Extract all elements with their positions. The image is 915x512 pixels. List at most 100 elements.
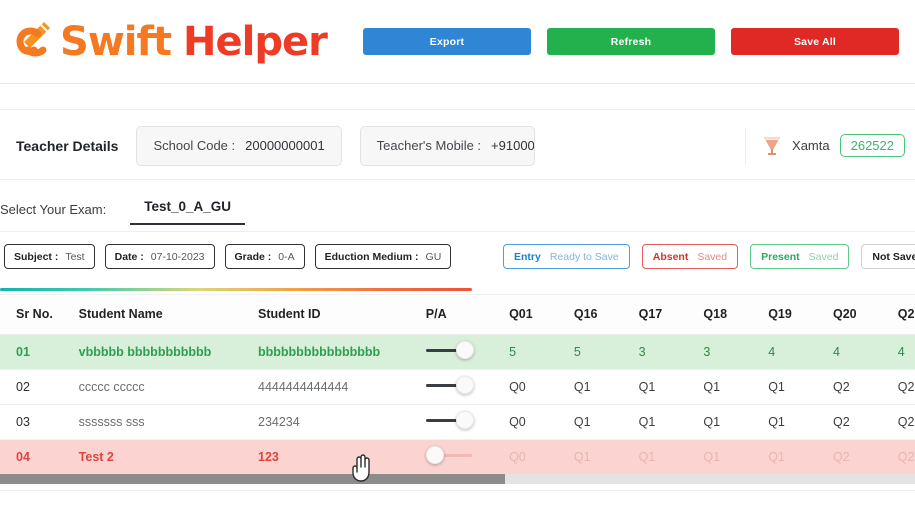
presence-toggle[interactable] (425, 376, 474, 394)
cell-answer-q17[interactable]: Q1 (638, 439, 704, 474)
presence-toggle[interactable] (425, 341, 474, 359)
filter-medium-label: Eduction Medium : (324, 250, 419, 263)
cell-presence-toggle[interactable] (425, 404, 510, 440)
cell-answer-q21[interactable]: Q2 (897, 404, 915, 440)
legend-present: Present Saved (750, 244, 850, 269)
refresh-button[interactable]: Refresh (547, 28, 715, 55)
exam-selector-label: Select Your Exam: (0, 202, 107, 217)
cell-answer-q20[interactable]: 4 (832, 334, 898, 370)
logo-text-wift: wift (87, 18, 172, 65)
cell-answer-q18[interactable]: Q1 (703, 439, 769, 474)
cell-answer-q01[interactable]: Q0 (509, 439, 574, 474)
cell-sr-no: 02 (0, 369, 79, 405)
col-q17: Q17 (638, 295, 704, 335)
cell-answer-q20[interactable]: Q2 (832, 439, 898, 474)
cell-answer-q19[interactable]: Q1 (768, 369, 833, 405)
presence-toggle[interactable] (425, 411, 474, 429)
cell-student-id: 234234 (258, 404, 426, 440)
cell-answer-q21[interactable]: Q2 (897, 439, 915, 474)
legend-not-saved: Not Saved (861, 244, 915, 269)
cell-answer-q19[interactable]: Q1 (768, 439, 833, 474)
trophy-icon (762, 135, 782, 157)
account-info[interactable]: Xamta 262522 (745, 127, 905, 164)
teacher-mobile-value: +910000 (491, 138, 535, 153)
exam-tab-active[interactable]: Test_0_A_GU (130, 194, 246, 225)
cell-answer-q18[interactable]: 3 (703, 334, 769, 370)
cell-sr-no: 01 (0, 334, 79, 370)
cell-answer-q21[interactable]: 4 (897, 334, 915, 370)
legend-not-saved-key: Not Saved (872, 250, 915, 263)
toggle-knob[interactable] (455, 411, 474, 429)
filter-date-label: Date : (114, 250, 144, 263)
school-code-field: School Code : 20000000001 (136, 125, 342, 166)
cell-presence-toggle[interactable] (425, 439, 510, 474)
legend-entry-key: Entry (514, 250, 541, 263)
cell-student-id: 4444444444444 (258, 369, 426, 405)
account-name: Xamta (792, 138, 830, 153)
cell-presence-toggle[interactable] (425, 369, 510, 405)
cell-answer-q20[interactable]: Q2 (832, 404, 898, 440)
teacher-details-title: Teacher Details (16, 137, 119, 154)
col-q18: Q18 (703, 295, 769, 335)
cell-answer-q19[interactable]: Q1 (768, 404, 833, 440)
table-row[interactable]: 02 ccccc ccccc 4444444444444 Q0 Q1 Q1 Q1… (0, 369, 915, 405)
cell-answer-q20[interactable]: Q2 (832, 369, 898, 405)
cell-answer-q01[interactable]: 5 (509, 334, 574, 370)
cell-answer-q18[interactable]: Q1 (703, 369, 769, 405)
table-row[interactable]: 04 Test 2 123 Q0 Q1 Q1 Q1 Q1 Q2 Q2 Q Don… (0, 439, 915, 474)
legend-entry-value: Ready to Save (549, 250, 619, 263)
col-q21: Q21 (897, 295, 915, 335)
header-subbar (0, 84, 915, 110)
presence-toggle[interactable] (425, 446, 474, 464)
logo-text-helper: Helper (183, 18, 328, 65)
cell-answer-q17[interactable]: Q1 (638, 404, 704, 440)
export-button[interactable]: Export (363, 28, 531, 55)
table-row[interactable]: 03 sssssss sss 234234 Q0 Q1 Q1 Q1 Q1 Q2 … (0, 404, 915, 440)
account-code-badge: 262522 (839, 134, 905, 157)
cell-answer-q17[interactable]: Q1 (638, 369, 704, 405)
cell-answer-q16[interactable]: Q1 (573, 404, 639, 440)
toggle-track (425, 384, 460, 387)
cell-answer-q17[interactable]: 3 (638, 334, 704, 370)
filter-medium-value: GU (425, 250, 442, 263)
col-student-name: Student Name (78, 295, 258, 335)
col-q01: Q01 (509, 295, 574, 335)
filters-and-legend-row: Subject : Test Date : 07-10-2023 Grade :… (0, 244, 915, 288)
cell-answer-q01[interactable]: Q0 (509, 369, 574, 405)
toggle-track (425, 349, 460, 352)
cell-student-id: bbbbbbbbbbbbbbbb (258, 334, 426, 370)
toggle-knob[interactable] (455, 376, 474, 394)
cell-answer-q19[interactable]: 4 (768, 334, 833, 370)
cell-answer-q01[interactable]: Q0 (509, 404, 574, 440)
students-table-container: Sr No. Student Name Student ID P/A Q01 Q… (0, 294, 915, 474)
filter-chip-medium: Eduction Medium : GU (314, 244, 452, 269)
toggle-knob[interactable] (455, 341, 474, 359)
cell-presence-toggle[interactable] (425, 334, 510, 370)
cell-answer-q16[interactable]: Q1 (573, 369, 639, 405)
cell-answer-q18[interactable]: Q1 (703, 404, 769, 440)
cell-sr-no: 03 (0, 404, 79, 440)
cell-answer-q16[interactable]: Q1 (573, 439, 639, 474)
cell-student-name: ccccc ccccc (78, 369, 258, 405)
table-header: Sr No. Student Name Student ID P/A Q01 Q… (0, 295, 915, 335)
app-logo[interactable]: Swift Helper (8, 16, 328, 68)
cell-student-name: sssssss sss (78, 404, 258, 440)
cell-answer-q16[interactable]: 5 (573, 334, 639, 370)
table-header-row: Sr No. Student Name Student ID P/A Q01 Q… (0, 295, 915, 335)
toggle-knob[interactable] (425, 446, 444, 464)
filter-subject-value: Test (65, 250, 85, 263)
save-all-button[interactable]: Save All (731, 28, 899, 55)
col-q16: Q16 (573, 295, 639, 335)
cell-answer-q21[interactable]: Q2 (897, 369, 915, 405)
col-pa: P/A (425, 295, 510, 335)
legend-entry: Entry Ready to Save (503, 244, 630, 269)
table-row[interactable]: 01 vbbbbb bbbbbbbbbbb bbbbbbbbbbbbbbbb 5… (0, 334, 915, 370)
cell-sr-no: 04 (0, 439, 79, 474)
col-q19: Q19 (768, 295, 833, 335)
horizontal-scrollbar[interactable] (0, 474, 915, 484)
swift-helper-app: Swift Helper Export Refresh Save All Teac… (0, 0, 915, 512)
school-code-label: School Code : (153, 138, 236, 153)
students-table: Sr No. Student Name Student ID P/A Q01 Q… (0, 295, 915, 474)
scrollbar-thumb[interactable] (0, 474, 505, 484)
filter-grade-label: Grade : (234, 250, 272, 263)
